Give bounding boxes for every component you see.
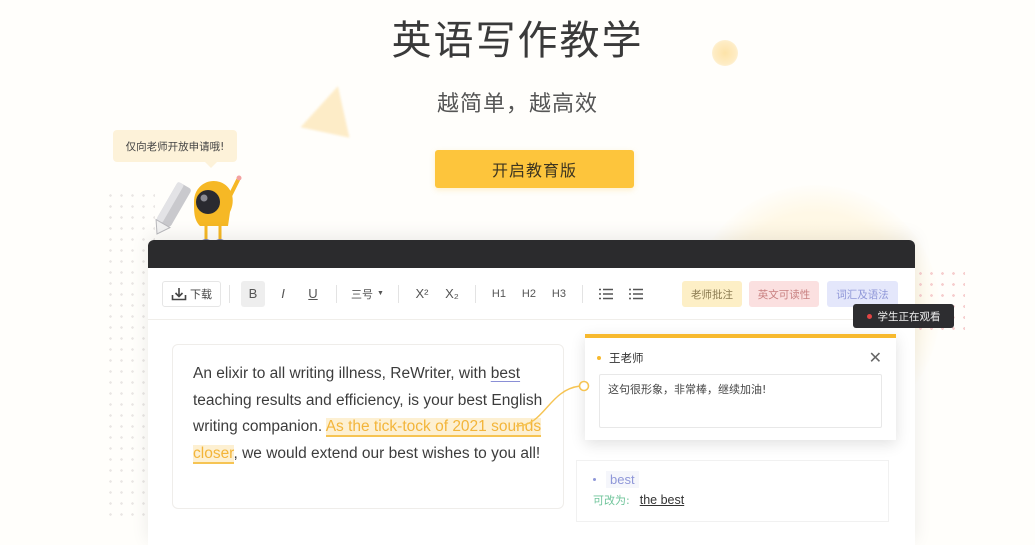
suggestion-bullet-icon xyxy=(593,478,596,481)
italic-button[interactable]: I xyxy=(271,281,295,307)
mascot-speech-bubble: 仅向老师开放申请哦! xyxy=(113,130,237,168)
underline-button[interactable]: U xyxy=(301,281,325,307)
teacher-comment-card: 王老师 ✕ 这句很形象，非常棒，继续加油! xyxy=(585,334,896,440)
watching-label: 学生正在观看 xyxy=(877,310,941,323)
teacher-comments-tab[interactable]: 老师批注 xyxy=(682,281,742,307)
toolbar-divider xyxy=(581,284,583,303)
page-title: 英语写作教学 xyxy=(391,18,644,64)
suggestion-fix-link[interactable]: the best xyxy=(640,493,684,507)
bullet-list-icon xyxy=(628,288,643,299)
readability-tab[interactable]: 英文可读性 xyxy=(749,281,819,307)
comment-author: 王老师 xyxy=(609,351,644,365)
download-button[interactable]: 下载 xyxy=(162,280,221,307)
font-size-value: 三号 xyxy=(351,288,373,301)
mascot-icon xyxy=(155,175,242,245)
close-icon[interactable]: ✕ xyxy=(869,350,882,366)
comment-input[interactable]: 这句很形象，非常棒，继续加油! xyxy=(599,374,882,428)
toolbar-divider xyxy=(397,284,399,303)
superscript-button[interactable]: X² xyxy=(410,281,434,307)
caret-down-icon: ▼ xyxy=(377,290,384,297)
bold-button[interactable]: B xyxy=(241,280,265,307)
editor-toolbar: 下载 B I U 三号 ▼ X² X₂ H1 H2 H3 老师批注 英文可读性 … xyxy=(148,268,915,320)
download-icon xyxy=(171,287,187,300)
font-size-select[interactable]: 三号 ▼ xyxy=(348,281,387,307)
download-label: 下载 xyxy=(190,287,212,301)
marked-word[interactable]: best xyxy=(491,365,520,382)
toolbar-divider xyxy=(229,284,230,303)
essay-editor[interactable]: An elixir to all writing illness, ReWrit… xyxy=(172,344,564,509)
suggestion-word: best xyxy=(606,471,639,488)
essay-text: , we would extend our best wishes to you… xyxy=(233,444,541,462)
suggestion-label: 可改为: xyxy=(593,494,630,507)
open-education-button[interactable]: 开启教育版 xyxy=(435,150,634,188)
student-watching-badge: 学生正在观看 xyxy=(853,304,954,328)
comment-bullet-icon xyxy=(597,356,601,360)
window-titlebar xyxy=(148,240,915,268)
essay-text: An elixir to all writing illness, ReWrit… xyxy=(193,365,491,382)
subscript-button[interactable]: X₂ xyxy=(440,281,464,307)
heading2-button[interactable]: H2 xyxy=(517,281,541,307)
bullet-list-button[interactable] xyxy=(624,281,648,307)
heading3-button[interactable]: H3 xyxy=(547,281,571,307)
live-dot-icon xyxy=(866,313,872,319)
ordered-list-button[interactable] xyxy=(594,281,618,307)
page-subtitle: 越简单，越高效 xyxy=(436,92,598,117)
heading1-button[interactable]: H1 xyxy=(487,281,511,307)
suggestion-card: best 可改为: the best xyxy=(576,460,889,522)
toolbar-divider xyxy=(474,284,476,303)
ordered-list-icon xyxy=(598,288,613,299)
toolbar-divider xyxy=(336,284,337,303)
